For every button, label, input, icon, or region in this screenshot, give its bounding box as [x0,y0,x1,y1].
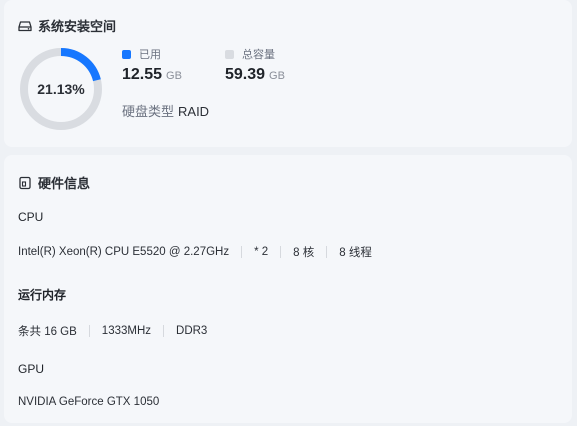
cpu-count: * 2 [254,246,269,258]
disk-type-label: 硬盘类型 [122,104,175,119]
disk-type-value: RAID [178,104,210,119]
storage-card: 系统安装空间 21.13% 已用 12.55 GB 总容量 59.39 GB 硬盘类… [4,0,572,147]
usage-percent: 21.13% [37,81,85,97]
gpu-section: GPU NVIDIA GeForce GTX 1050 [18,362,159,408]
total-value: 59.39 [225,66,266,83]
used-legend-swatch [122,49,131,59]
memory-total: 条共 16 GB [18,326,77,338]
cpu-section: CPU Intel(R) Xeon(R) CPU E5520 @ 2.27GHz… [18,210,372,260]
cpu-details: Intel(R) Xeon(R) CPU E5520 @ 2.27GHz * 2… [18,244,372,260]
cpu-cores: 8 核 [293,247,315,259]
total-legend-swatch [225,49,234,59]
gpu-title: GPU [18,362,45,376]
device-icon [18,176,32,190]
memory-section: 运行内存 条共 16 GB 1333MHz DDR3 [18,286,207,339]
memory-speed: 1333MHz [101,325,152,337]
storage-header: 系统安装空间 [18,16,116,35]
hardware-header: 硬件信息 [18,173,90,192]
usage-donut: 21.13% [18,46,104,132]
storage-title: 系统安装空间 [38,19,117,34]
gpu-model: NVIDIA GeForce GTX 1050 [18,396,160,408]
total-label: 总容量 [242,49,275,61]
disk-type: 硬盘类型 RAID [122,101,209,120]
divider [280,246,282,258]
cpu-threads: 8 线程 [339,247,372,259]
cpu-title: CPU [18,210,44,224]
gpu-details: NVIDIA GeForce GTX 1050 [18,396,159,408]
divider [241,246,243,258]
used-unit: GB [166,70,182,82]
cpu-model: Intel(R) Xeon(R) CPU E5520 @ 2.27GHz [18,246,230,258]
divider [88,325,90,337]
used-stat: 已用 12.55 GB [122,46,182,84]
hardware-title: 硬件信息 [38,176,91,191]
used-label: 已用 [139,49,161,61]
total-unit: GB [269,70,285,82]
memory-title: 运行内存 [18,288,67,302]
divider [163,325,165,337]
hardware-card: 硬件信息 CPU Intel(R) Xeon(R) CPU E5520 @ 2.… [4,155,572,423]
total-stat: 总容量 59.39 GB [225,46,285,84]
memory-details: 条共 16 GB 1333MHz DDR3 [18,323,207,339]
used-value: 12.55 [122,66,163,83]
memory-type: DDR3 [176,325,208,337]
hard-drive-icon [18,19,32,33]
divider [326,246,328,258]
